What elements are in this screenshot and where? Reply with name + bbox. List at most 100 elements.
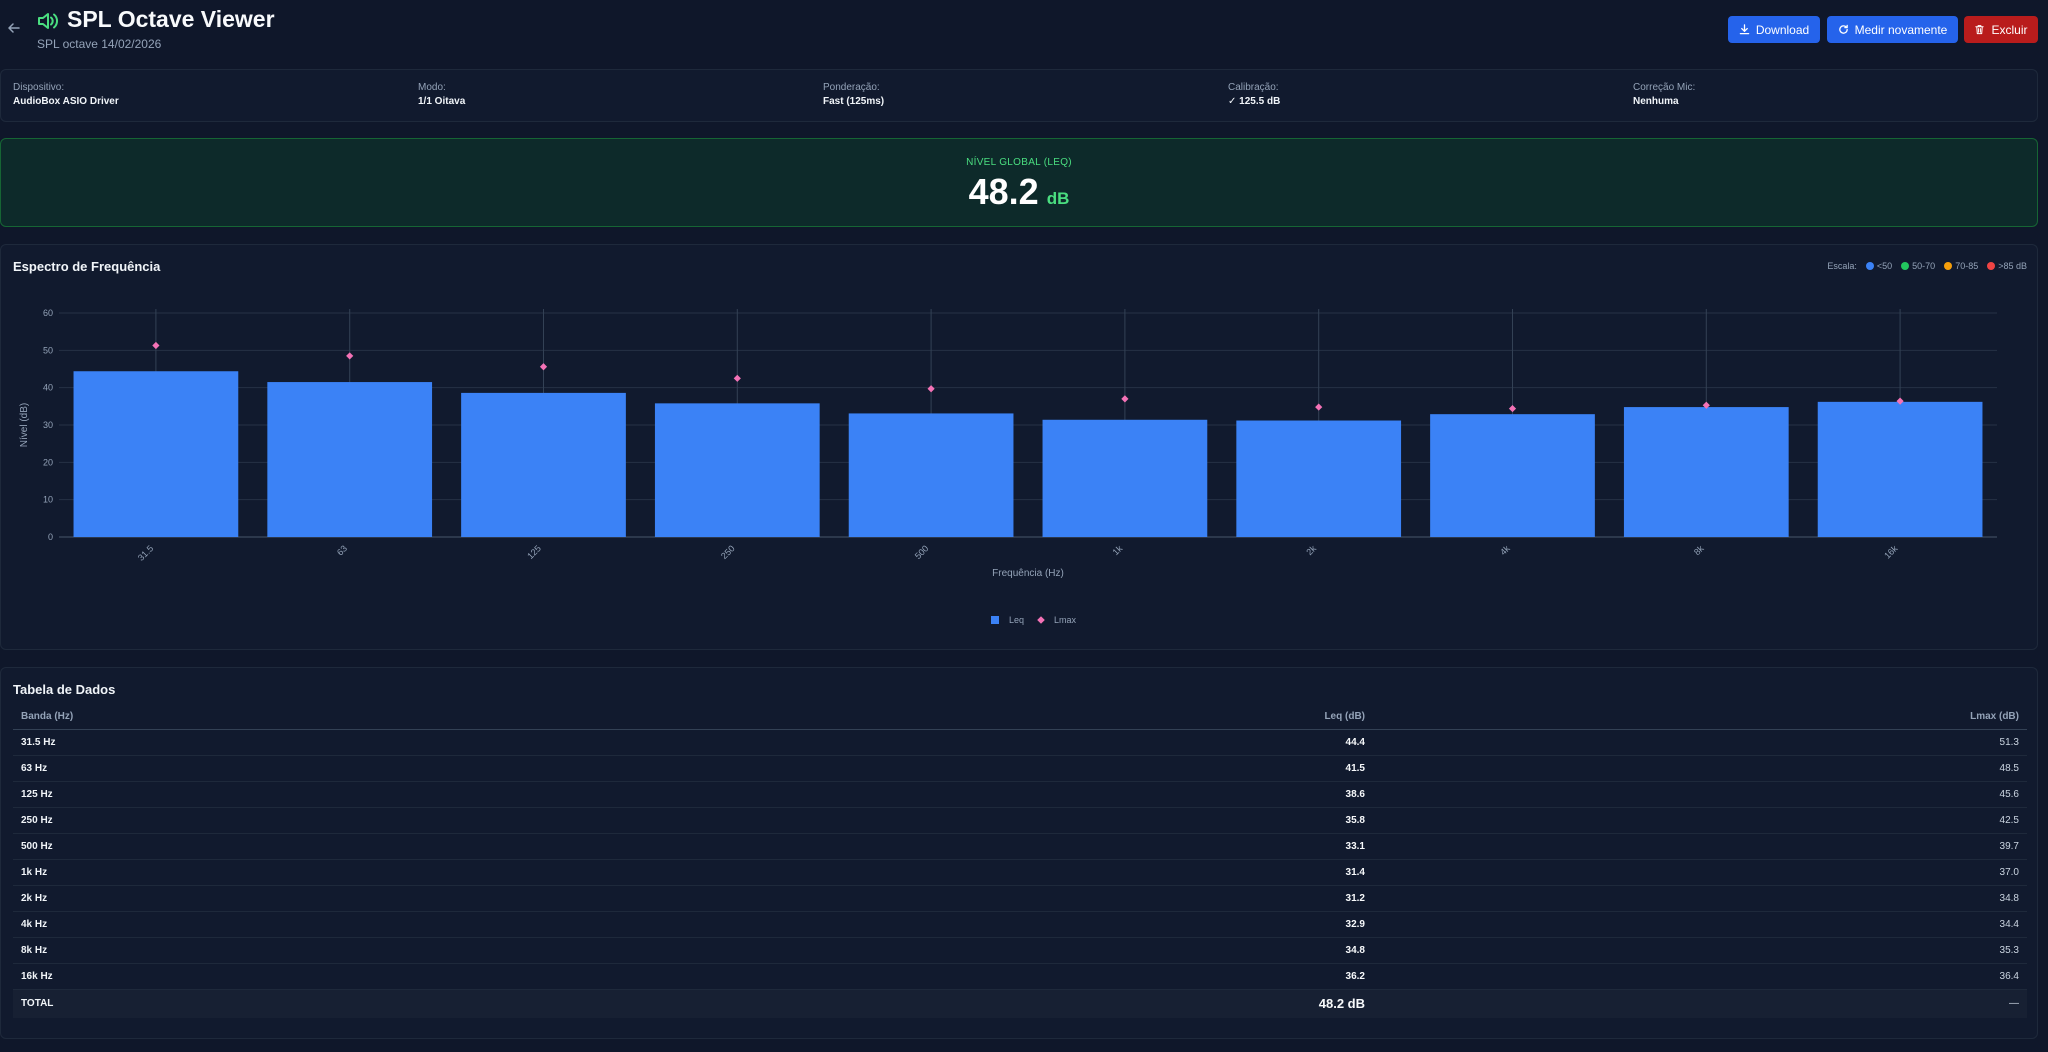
table-row: 4k Hz 32.9 34.4 [13,911,2027,938]
cell-leq: 35.8 [813,807,1373,834]
measure-again-label: Medir novamente [1854,22,1948,37]
data-table: Banda (Hz) Leq (dB) Lmax (dB) 31.5 Hz 44.… [13,704,2027,1018]
cell-band: 250 Hz [13,807,813,834]
table-row: 16k Hz 36.2 36.4 [13,963,2027,990]
info-value: 1/1 Oitava [418,96,466,107]
bar-leq [654,403,820,537]
table-row: 125 Hz 38.6 45.6 [13,781,2027,808]
marker-lmax [539,363,548,371]
y-tick-label: 10 [43,495,53,505]
scale-item-label: 50-70 [1912,261,1936,271]
table-row: 63 Hz 41.5 48.5 [13,755,2027,782]
info-label: Calibração: [1228,82,1279,93]
page-subtitle: SPL octave 14/02/2026 [37,37,162,51]
column-header-lmax[interactable]: Lmax (dB) [1373,704,2027,730]
total-label: TOTAL [13,988,813,1018]
table-row: 2k Hz 31.2 34.8 [13,885,2027,912]
x-axis-label: Frequência (Hz) [992,568,1064,579]
marker-lmax [152,341,160,350]
legend-marker-lmax [1037,616,1045,624]
cell-leq: 31.2 [813,885,1373,912]
total-leq: 48.2 dB [813,988,1373,1018]
scale-dot [1987,262,1996,270]
column-header-leq[interactable]: Leq (dB) [813,704,1373,730]
scale-item: >85 dB [1987,261,2027,271]
cell-leq: 33.1 [813,833,1373,860]
column-header-band[interactable]: Banda (Hz) [13,704,813,730]
marker-lmax [1315,403,1323,411]
x-tick-label: 500 [913,543,931,561]
cell-lmax: 48.5 [1373,755,2027,782]
legend-label-leq: Leq [1009,615,1024,625]
cell-band: 16k Hz [13,963,813,990]
y-tick-label: 0 [48,532,53,542]
table-row: 31.5 Hz 44.4 51.3 [13,729,2027,756]
device-info-card: Dispositivo: AudioBox ASIO Driver Modo: … [0,69,2038,122]
bar-leq [267,382,433,537]
y-tick-label: 60 [43,308,53,318]
cell-band: 125 Hz [13,781,813,808]
info-value: ✓ 125.5 dB [1228,96,1281,107]
delete-button[interactable]: Excluir [1964,16,2038,43]
cell-lmax: 45.6 [1373,781,2027,808]
info-label: Modo: [418,82,446,93]
x-tick-label: 8k [1692,543,1706,557]
cell-leq: 41.5 [813,755,1373,782]
x-tick-label: 16k [1882,543,1900,561]
marker-lmax [346,352,354,360]
table-title: Tabela de Dados [13,682,116,697]
cell-leq: 31.4 [813,859,1373,886]
x-tick-label: 2k [1304,543,1318,557]
cell-band: 4k Hz [13,911,813,938]
trash-icon [1975,25,1985,35]
y-tick-label: 30 [43,420,53,430]
scale-item-label: >85 dB [1998,261,2027,271]
x-tick-label: 31.5 [136,543,155,562]
measure-again-button[interactable]: Medir novamente [1827,16,1958,43]
info-value: Fast (125ms) [823,96,885,107]
scale-dot [1944,262,1953,270]
download-icon [1739,24,1750,35]
scale-dot [1865,262,1874,270]
global-level-unit: dB [1046,189,1070,208]
bar-leq [1430,414,1595,537]
info-mic-correction: Correção Mic: Nenhuma [1633,82,1695,107]
global-level-value-row: 48.2 dB [1,171,2037,213]
cell-band: 8k Hz [13,937,813,964]
download-label: Download [1755,22,1810,37]
x-tick-label: 4k [1498,543,1512,557]
cell-lmax: 34.4 [1373,911,2027,938]
total-lmax: — [1373,988,2027,1018]
x-tick-label: 250 [719,543,737,561]
y-tick-label: 20 [43,457,53,467]
cell-lmax: 51.3 [1373,729,2027,756]
cell-lmax: 35.3 [1373,937,2027,964]
page-title: SPL Octave Viewer [67,6,275,32]
bar-leq [1042,419,1208,537]
chart-title: Espectro de Frequência [13,259,161,274]
download-button[interactable]: Download [1728,16,1820,43]
table-row: 250 Hz 35.8 42.5 [13,807,2027,834]
scale-item: <50 [1865,261,1892,271]
info-mode: Modo: 1/1 Oitava [418,82,465,107]
table-row: 8k Hz 34.8 35.3 [13,937,2027,964]
refresh-icon [1838,24,1848,34]
legend-swatch-leq [991,616,999,624]
marker-lmax [927,385,935,393]
info-weighting: Ponderação: Fast (125ms) [823,82,884,107]
bar-leq [1236,420,1402,537]
global-level-label: NÍVEL GLOBAL (LEQ) [966,157,1072,168]
cell-leq: 36.2 [813,963,1373,990]
cell-band: 1k Hz [13,859,813,886]
cell-lmax: 37.0 [1373,859,2027,886]
marker-lmax [733,374,741,382]
page-header: SPL Octave Viewer SPL octave 14/02/2026 … [0,0,2048,62]
info-value: Nenhuma [1633,96,1679,107]
back-arrow-icon[interactable] [6,20,22,36]
cell-lmax: 39.7 [1373,833,2027,860]
y-tick-label: 50 [43,345,53,355]
marker-lmax [1508,404,1517,413]
cell-lmax: 42.5 [1373,807,2027,834]
spectrum-chart[interactable]: 0 10 20 30 40 50 60 31.5 63 125 250 500 1k 2k 4k 8k 16k F… [1,245,2039,651]
cell-lmax: 36.4 [1373,963,2027,990]
